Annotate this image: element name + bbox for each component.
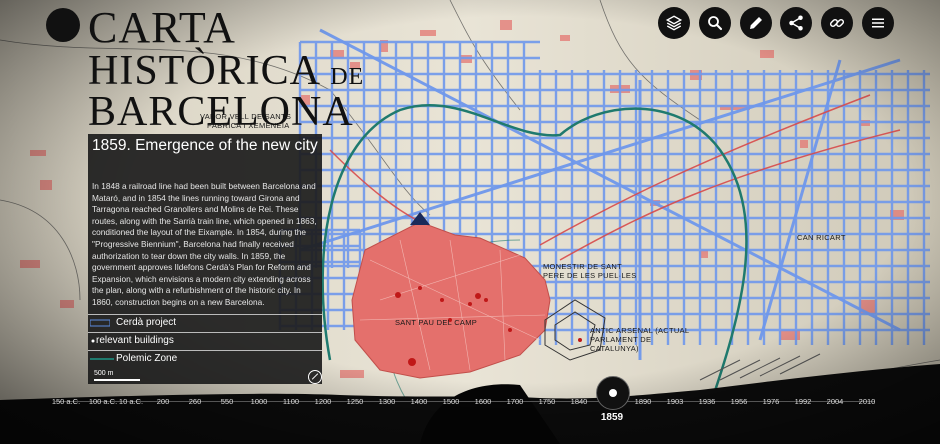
- timeline-tick[interactable]: 100 a.C.: [89, 397, 117, 406]
- title-de: DE: [330, 64, 365, 90]
- timeline-tick[interactable]: 1300: [379, 397, 396, 406]
- title-barcelona: BARCELONA: [88, 89, 354, 135]
- title-historica: HISTÒRICA DE: [88, 50, 364, 92]
- timeline-tick[interactable]: 150 a.C.: [52, 397, 80, 406]
- timeline-tick[interactable]: 2010: [859, 397, 876, 406]
- timeline[interactable]: 150 a.C. 100 a.C. 10 a.C. 200 260 550 10…: [0, 376, 940, 444]
- timeline-tick[interactable]: 1956: [731, 397, 748, 406]
- scale-bar: [94, 379, 140, 381]
- link-button[interactable]: [821, 7, 853, 39]
- legend-item-polemic-zone[interactable]: Polemic Zone: [88, 350, 322, 368]
- pencil-icon: [750, 17, 762, 29]
- menu-button[interactable]: [862, 7, 894, 39]
- info-panel: 1859. Emergence of the new city In 1848 …: [88, 134, 322, 384]
- timeline-tick[interactable]: 1600: [475, 397, 492, 406]
- map-label-sant-pau: SANT PAU DEL CAMP: [395, 318, 478, 327]
- search-button[interactable]: [699, 7, 731, 39]
- timeline-track: [55, 401, 875, 402]
- scale-label: 500 m: [94, 370, 114, 377]
- timeline-tick[interactable]: 1250: [347, 397, 364, 406]
- timeline-tick[interactable]: 1890: [635, 397, 652, 406]
- timeline-tick[interactable]: 1936: [699, 397, 716, 406]
- share-button[interactable]: [780, 7, 812, 39]
- logo-dot[interactable]: [46, 8, 80, 42]
- timeline-tick[interactable]: 10 a.C.: [119, 397, 143, 406]
- timeline-tick[interactable]: 1200: [315, 397, 332, 406]
- timeline-tick[interactable]: 1992: [795, 397, 812, 406]
- map-label-antic-arsenal: ANTIC ARSENAL (ACTUAL PARLAMENT DE CATAL…: [590, 326, 690, 353]
- hamburger-icon: [872, 18, 884, 28]
- line-swatch-icon: [90, 358, 114, 360]
- collapse-panel-button[interactable]: [308, 370, 322, 384]
- timeline-tick[interactable]: 200: [157, 397, 170, 406]
- map-label-monestir: MONESTIR DE SANT PERE DE LES PUEL·LES: [543, 262, 637, 280]
- legend-item-cerda-project[interactable]: Cerdà project: [88, 314, 322, 332]
- map-viewer[interactable]: VAPOR VELL DE SANTS FÀBRICA I XEMENEIA M…: [0, 0, 940, 444]
- timeline-tick[interactable]: 1000: [251, 397, 268, 406]
- search-icon: [708, 16, 723, 31]
- legend-label: relevant buildings: [96, 335, 174, 346]
- timeline-tick[interactable]: 260: [189, 397, 202, 406]
- timeline-tick[interactable]: 550: [221, 397, 234, 406]
- timeline-tick[interactable]: 1700: [507, 397, 524, 406]
- timeline-handle[interactable]: [596, 376, 630, 410]
- legend-label: Polemic Zone: [116, 353, 178, 364]
- timeline-tick[interactable]: 1976: [763, 397, 780, 406]
- draw-button[interactable]: [740, 7, 772, 39]
- panel-description: In 1848 a railroad line had been built b…: [92, 181, 317, 307]
- title-historica-word: HISTÒRICA: [88, 48, 319, 94]
- timeline-tick[interactable]: 2004: [827, 397, 844, 406]
- timeline-tick[interactable]: 1840: [571, 397, 588, 406]
- share-icon: [789, 15, 803, 31]
- grid-swatch-icon: [90, 319, 110, 327]
- timeline-tick[interactable]: 1400: [411, 397, 428, 406]
- legend-label: Cerdà project: [116, 317, 177, 328]
- link-icon: [829, 18, 845, 28]
- layers-icon: [665, 15, 683, 31]
- timeline-tick[interactable]: 1903: [667, 397, 684, 406]
- timeline-tick[interactable]: 1500: [443, 397, 460, 406]
- legend-item-relevant-buildings[interactable]: relevant buildings: [88, 332, 322, 350]
- title-carta: CARTA: [88, 3, 236, 52]
- panel-title: 1859. Emergence of the new city: [92, 137, 318, 154]
- layers-button[interactable]: [658, 7, 690, 39]
- timeline-tick[interactable]: 1750: [539, 397, 556, 406]
- timeline-current-year: 1859: [600, 412, 624, 423]
- map-label-can-ricart: CAN RICART: [797, 233, 846, 242]
- timeline-tick[interactable]: 1100: [283, 397, 299, 406]
